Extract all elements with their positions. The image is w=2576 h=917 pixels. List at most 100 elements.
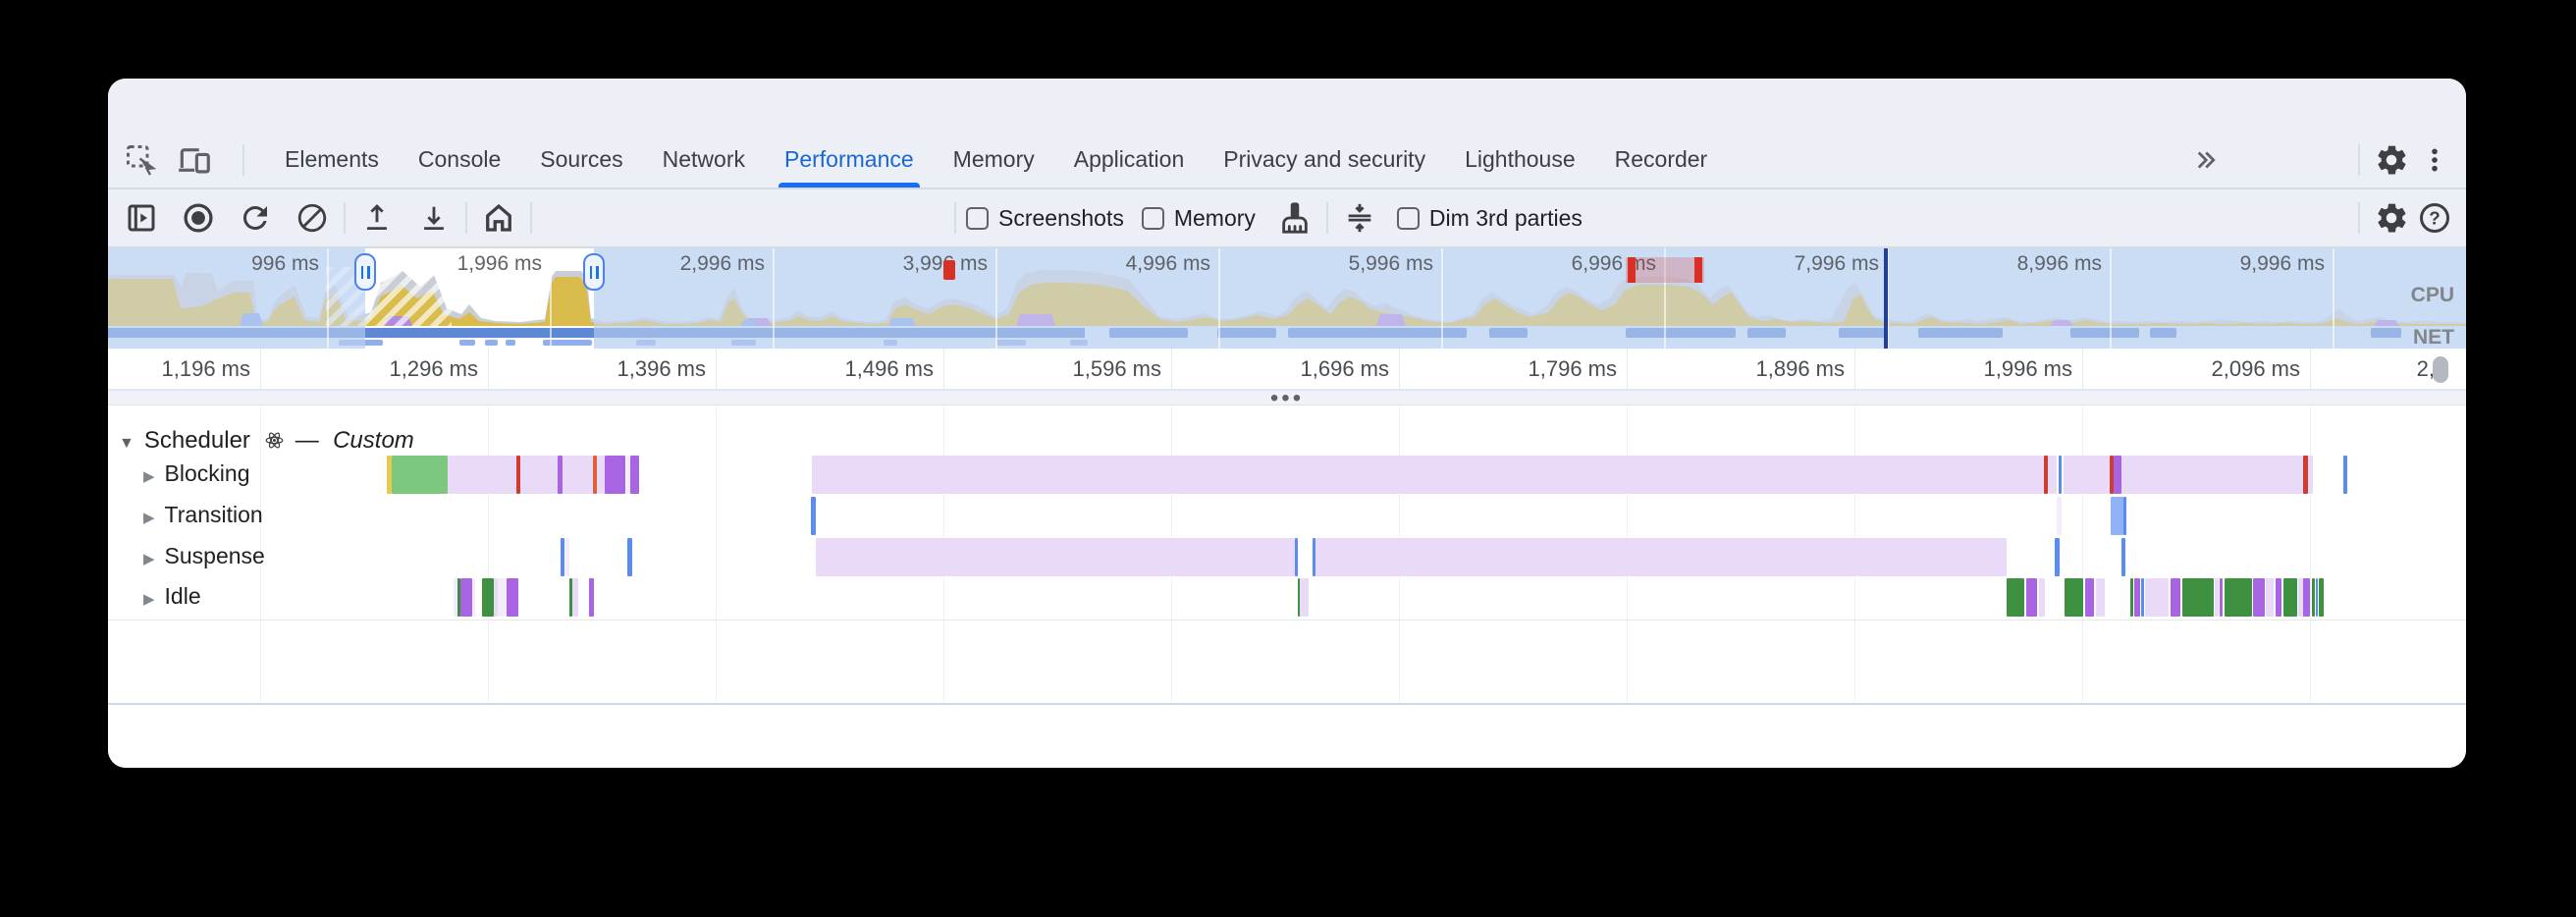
flame-segment[interactable]: [565, 538, 569, 576]
flame-segment[interactable]: [561, 538, 564, 576]
flame-chart[interactable]: ▼Scheduler — Custom ▶Blocking ▶Transition…: [108, 405, 2466, 768]
expand-triangle-icon[interactable]: ▶: [143, 510, 155, 526]
collapse-sanitize-icon[interactable]: [1338, 196, 1381, 240]
flame-segment[interactable]: [472, 578, 475, 617]
flame-segment[interactable]: [448, 456, 516, 494]
flame-segment[interactable]: [2059, 456, 2062, 494]
flame-segment[interactable]: [2085, 578, 2094, 617]
playhead-line[interactable]: [1884, 248, 1888, 349]
expand-triangle-icon[interactable]: ▶: [143, 591, 155, 608]
settings-gear-icon[interactable]: [2370, 138, 2413, 182]
flame-segment[interactable]: [2283, 578, 2297, 617]
flame-segment[interactable]: [2026, 578, 2037, 617]
flame-segment[interactable]: [812, 456, 2044, 494]
screenshots-checkbox[interactable]: [966, 207, 989, 230]
row-label-suspense[interactable]: ▶Suspense: [143, 543, 265, 569]
flame-segment[interactable]: [2225, 578, 2252, 617]
flame-segment[interactable]: [2316, 578, 2318, 617]
flame-segment[interactable]: [2064, 456, 2110, 494]
flame-segment[interactable]: [2266, 578, 2274, 617]
flame-segment[interactable]: [2182, 578, 2214, 617]
flame-segment[interactable]: [507, 578, 518, 617]
flame-segment[interactable]: [2276, 578, 2281, 617]
tab-memory[interactable]: Memory: [934, 132, 1054, 188]
flame-segment[interactable]: [2308, 456, 2313, 494]
help-icon[interactable]: ?: [2413, 196, 2456, 240]
flame-segment[interactable]: [2007, 578, 2024, 617]
flame-segment[interactable]: [2303, 578, 2310, 617]
flame-segment[interactable]: [627, 538, 632, 576]
flame-segment[interactable]: [2253, 578, 2265, 617]
more-tabs-icon[interactable]: [2179, 138, 2230, 182]
tab-recorder[interactable]: Recorder: [1595, 132, 1728, 188]
selection-handle-right[interactable]: [583, 253, 605, 291]
expand-triangle-icon[interactable]: ▶: [143, 468, 155, 485]
flame-segment[interactable]: [2123, 497, 2126, 535]
scrollbar-thumb[interactable]: [2433, 356, 2448, 383]
device-toolbar-icon[interactable]: [173, 138, 216, 182]
flame-segment[interactable]: [2055, 538, 2060, 576]
flame-segment[interactable]: [1300, 578, 1309, 617]
live-metrics-home-icon[interactable]: [477, 196, 520, 240]
flame-segment[interactable]: [2319, 578, 2324, 617]
flame-segment[interactable]: [2057, 497, 2062, 535]
flame-segment[interactable]: [2096, 578, 2105, 617]
clear-icon[interactable]: [291, 196, 334, 240]
flame-segment[interactable]: [2114, 456, 2121, 494]
tab-network[interactable]: Network: [643, 132, 765, 188]
flame-segment[interactable]: [2130, 578, 2133, 617]
flame-segment[interactable]: [2141, 578, 2144, 617]
flame-segment[interactable]: [498, 578, 507, 617]
flame-segment[interactable]: [2048, 456, 2057, 494]
row-label-transition[interactable]: ▶Transition: [143, 502, 263, 528]
tab-privacy-and-security[interactable]: Privacy and security: [1204, 132, 1445, 188]
collapse-triangle-icon[interactable]: ▼: [119, 435, 134, 452]
flame-segment[interactable]: [392, 456, 448, 494]
flame-segment[interactable]: [2343, 456, 2347, 494]
flame-segment[interactable]: [2121, 538, 2125, 576]
selection-handle-left[interactable]: [354, 253, 376, 291]
record-icon[interactable]: [177, 196, 220, 240]
flame-segment[interactable]: [2111, 497, 2123, 535]
save-profile-icon[interactable]: [412, 196, 456, 240]
customize-devtools-kebab-icon[interactable]: [2413, 138, 2456, 182]
pane-splitter[interactable]: •••: [108, 390, 2466, 405]
flame-segment[interactable]: [1315, 538, 2007, 576]
flame-segment[interactable]: [816, 538, 1295, 576]
flame-segment[interactable]: [597, 456, 605, 494]
flame-segment[interactable]: [563, 456, 593, 494]
flame-segment[interactable]: [2065, 578, 2083, 617]
flame-segment[interactable]: [2121, 456, 2303, 494]
flame-segment[interactable]: [2215, 578, 2219, 617]
record-and-reload-icon[interactable]: [234, 196, 277, 240]
load-profile-icon[interactable]: [355, 196, 399, 240]
tab-console[interactable]: Console: [399, 132, 520, 188]
flame-segment[interactable]: [589, 578, 594, 617]
flame-segment[interactable]: [2312, 578, 2315, 617]
tab-elements[interactable]: Elements: [265, 132, 399, 188]
row-label-idle[interactable]: ▶Idle: [143, 583, 201, 610]
flame-segment[interactable]: [2039, 578, 2045, 617]
row-label-blocking[interactable]: ▶Blocking: [143, 460, 249, 487]
flame-segment[interactable]: [482, 578, 494, 617]
capture-settings-gear-icon[interactable]: [2370, 196, 2413, 240]
flame-segment[interactable]: [1295, 538, 1298, 576]
flame-segment[interactable]: [630, 456, 639, 494]
flame-segment[interactable]: [572, 578, 578, 617]
tab-performance[interactable]: Performance: [765, 132, 934, 188]
flame-segment[interactable]: [2134, 578, 2140, 617]
tab-lighthouse[interactable]: Lighthouse: [1445, 132, 1595, 188]
timeline-overview[interactable]: 996 ms1,996 ms2,996 ms3,996 ms4,996 ms5,…: [108, 248, 2466, 349]
flame-segment[interactable]: [811, 497, 816, 535]
track-header-scheduler[interactable]: ▼Scheduler — Custom: [119, 427, 414, 455]
flame-segment[interactable]: [460, 578, 472, 617]
memory-checkbox[interactable]: [1142, 207, 1164, 230]
flame-segment[interactable]: [520, 456, 558, 494]
flame-segment[interactable]: [2145, 578, 2169, 617]
inspect-element-icon[interactable]: [120, 138, 163, 182]
tab-application[interactable]: Application: [1054, 132, 1205, 188]
toggle-sidebar-icon[interactable]: [120, 196, 163, 240]
collect-garbage-icon[interactable]: [1273, 196, 1316, 240]
flame-segment[interactable]: [2171, 578, 2180, 617]
flame-segment[interactable]: [605, 456, 625, 494]
